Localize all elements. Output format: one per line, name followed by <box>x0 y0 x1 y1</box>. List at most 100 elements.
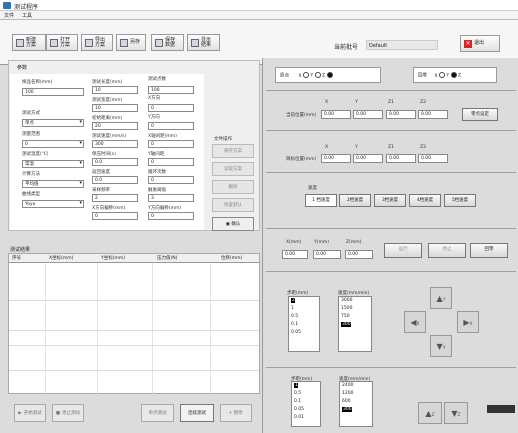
continuous-test-button[interactable]: 连续测试 <box>180 404 214 422</box>
stop-test-button[interactable]: ■ 停止测试 <box>52 404 84 422</box>
jog-x-right-button[interactable]: ▶X <box>457 311 479 333</box>
jog-z-up-button[interactable]: ▲Z <box>418 402 442 424</box>
coord-x-input[interactable]: 0.00 <box>282 250 308 259</box>
pause-button[interactable]: ⏸ 暂停 <box>220 404 252 422</box>
param-select[interactable]: 常温 <box>22 160 84 168</box>
save-icon <box>120 38 128 47</box>
param-input[interactable]: 0 <box>148 122 194 130</box>
param-label: X方向 <box>148 96 161 101</box>
disk-icon <box>155 38 163 47</box>
param-input[interactable]: 100 <box>148 86 194 94</box>
home-x-radio[interactable] <box>438 72 445 78</box>
pos-header: X <box>325 100 329 105</box>
open-scheme-button[interactable]: 打开 方案 <box>46 34 78 51</box>
pos-header: Y <box>355 100 358 105</box>
jog-y-down-button[interactable]: ▼Y <box>430 335 452 357</box>
run-button[interactable]: 运行 <box>384 243 422 258</box>
step-list[interactable]: 2 1 0.5 0.1 0.05 <box>288 296 320 352</box>
speed-4-button[interactable]: 4档速度 <box>409 194 441 207</box>
menu-tools[interactable]: 工具 <box>22 12 32 19</box>
param-label: 曲线类型 <box>22 192 40 197</box>
current-z2-value: 0.00 <box>418 110 448 119</box>
param-select[interactable]: 单点 <box>22 119 84 127</box>
exit-button[interactable]: ✕ 退出 <box>460 35 500 52</box>
param-select[interactable]: 平均值 <box>22 180 84 188</box>
param-input[interactable]: 0 <box>92 212 138 220</box>
export-scheme-button[interactable]: 导出 方案 <box>81 34 113 51</box>
param-input[interactable]: 0 <box>148 104 194 112</box>
param-label: 返回速度 <box>92 170 110 175</box>
param-input[interactable]: 2 <box>92 194 138 202</box>
jog-x-left-button[interactable]: ◀X <box>404 311 426 333</box>
jog-z-down-button[interactable]: ▼Z <box>444 402 468 424</box>
param-input[interactable]: 0.0 <box>92 158 138 166</box>
z-step-list[interactable]: 1 0.5 0.1 0.05 0.01 <box>291 381 321 427</box>
zero-set-button[interactable]: 零点设定 <box>462 108 498 121</box>
param-input[interactable]: 300 <box>92 140 138 148</box>
param-label: Y轴间距 <box>148 152 165 157</box>
pos-header: Z2 <box>420 100 426 105</box>
param-select[interactable]: Yoyo <box>22 200 84 208</box>
speed-2-button[interactable]: 2档速度 <box>339 194 371 207</box>
column-header: X坐标(mm) <box>49 256 74 261</box>
param-label: 测试长度(mm) <box>92 80 123 85</box>
param-label: 保压时间(s) <box>92 152 116 157</box>
speed-1-button[interactable]: 1 档速度 <box>305 194 337 207</box>
stop-button[interactable]: 停止 <box>428 243 466 258</box>
origin-z-radio[interactable] <box>326 72 333 78</box>
param-input[interactable]: 20 <box>92 122 138 130</box>
current-x-value: 0.00 <box>321 110 351 119</box>
param-label: 采样频率 <box>92 188 110 193</box>
stop-icon: ■ <box>55 410 61 416</box>
start-test-button[interactable]: ▶ 开始测试 <box>14 404 46 422</box>
param-input[interactable]: 10 <box>92 86 138 94</box>
param-input[interactable]: 3 <box>148 194 194 202</box>
coord-z-input[interactable]: 0.00 <box>345 250 373 259</box>
param-label: X方向偏移(mm) <box>92 206 126 211</box>
menu-file[interactable]: 文件 <box>4 12 14 19</box>
param-input[interactable]: 0 <box>148 158 194 166</box>
xy-speed-list[interactable]: 3000 1500 750 300 <box>338 296 372 352</box>
origin-y-radio[interactable] <box>314 72 321 78</box>
param-select[interactable]: 0 <box>22 140 84 148</box>
single-test-button[interactable]: 单点测试 <box>141 404 174 422</box>
param-label: 样品名称(mm) <box>22 80 53 85</box>
open-icon <box>50 38 58 47</box>
target-z2-value: 0.00 <box>418 154 448 163</box>
delete-button[interactable]: 删除 <box>212 180 254 194</box>
current-pos-label: 当前位置(mm) <box>286 113 317 118</box>
home-y-radio[interactable] <box>450 72 457 78</box>
sample-input[interactable]: Default <box>366 40 438 50</box>
save-data-button[interactable]: 保存 数据 <box>151 34 184 51</box>
z-speed-list[interactable]: 2400 1200 600 300 <box>339 381 373 427</box>
coord-y-input[interactable]: 0.00 <box>313 250 341 259</box>
param-label: 触发阈值 <box>148 188 166 193</box>
new-icon <box>16 38 24 47</box>
confirm-button[interactable]: ▣ 确认 <box>212 217 254 231</box>
param-input[interactable]: 0 <box>148 176 194 184</box>
menu-bar: 文件 工具 <box>0 11 518 20</box>
close-icon: ✕ <box>464 39 472 48</box>
param-input[interactable]: 0 <box>148 140 194 148</box>
show-result-button[interactable]: 显示 结果 <box>187 34 220 51</box>
home-button[interactable]: 回零 <box>470 243 508 258</box>
save-as-button[interactable]: 另存 <box>116 34 146 51</box>
load-scheme-button[interactable]: 读取方案 <box>212 162 254 176</box>
jog-y-up-button[interactable]: ▲Y <box>430 287 452 309</box>
param-label: 循环次数 <box>148 170 166 175</box>
pos-header: Z2 <box>420 145 426 150</box>
target-pos-label: 目标位置(mm) <box>286 157 317 162</box>
param-label: 测试温度(℃) <box>22 152 49 157</box>
param-label: X轴间距(mm) <box>148 134 177 139</box>
param-input[interactable]: 10 <box>92 104 138 112</box>
save-scheme-button[interactable]: 保存方案 <box>212 144 254 158</box>
speed-5-button[interactable]: 5档速度 <box>444 194 476 207</box>
restore-default-button[interactable]: 恢复默认 <box>212 198 254 212</box>
speed-3-button[interactable]: 3档速度 <box>374 194 406 207</box>
param-input[interactable]: 0.0 <box>92 176 138 184</box>
param-input[interactable]: 100 <box>22 88 84 96</box>
pos-header: Z1 <box>388 100 394 105</box>
param-input[interactable]: 0 <box>148 212 194 220</box>
new-scheme-button[interactable]: 新建 方案 <box>12 34 46 51</box>
origin-x-radio[interactable] <box>302 72 309 78</box>
